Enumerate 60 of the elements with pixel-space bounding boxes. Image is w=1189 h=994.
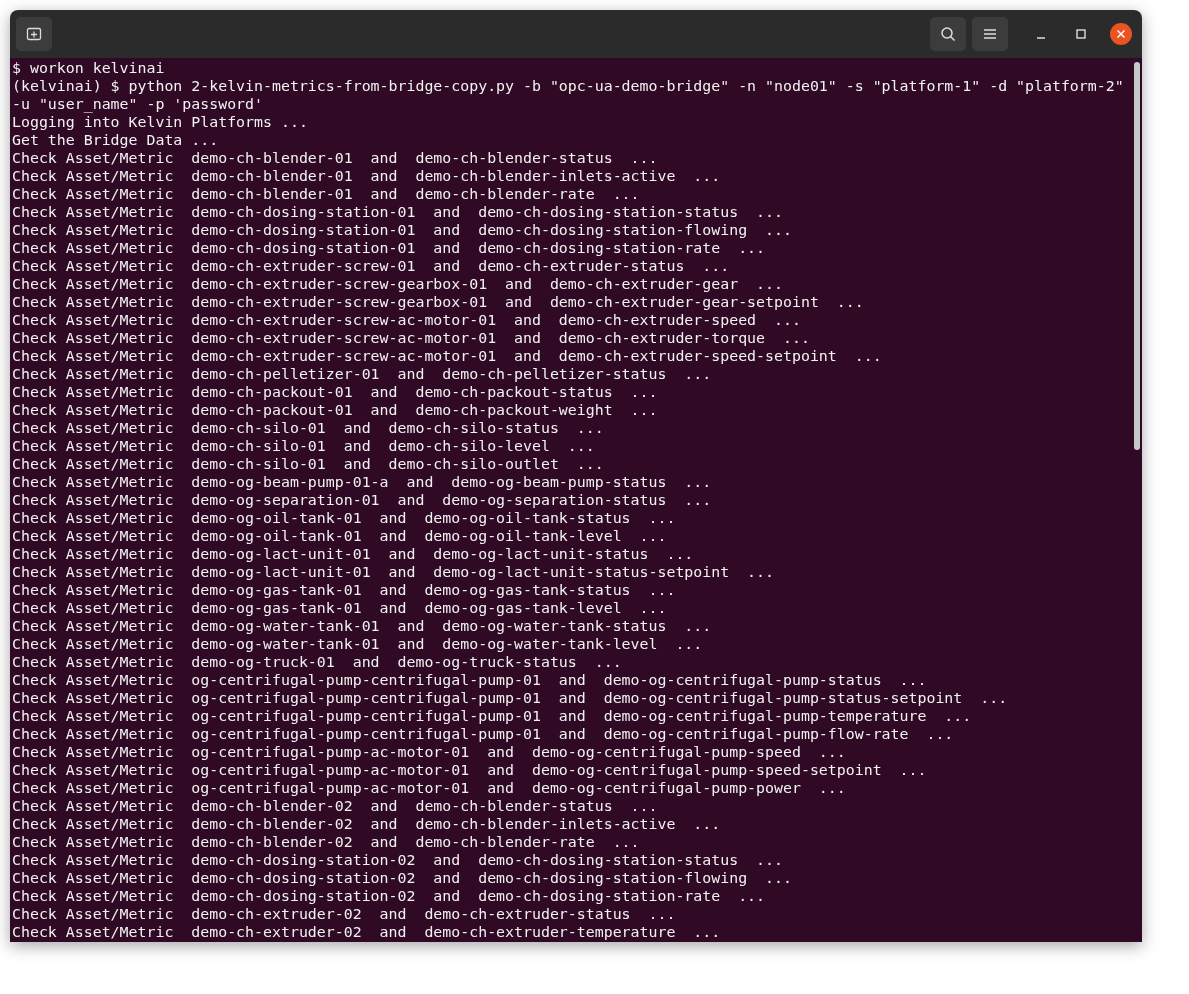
terminal-line: Check Asset/Metric demo-ch-blender-02 and demo-ch-blender-inlets-active ... (12, 815, 722, 833)
close-button[interactable] (1110, 23, 1132, 45)
close-icon (1116, 29, 1126, 39)
terminal-line: Check Asset/Metric demo-ch-blender-02 and demo-ch-blender-status ... (12, 797, 659, 815)
terminal-line: Check Asset/Metric demo-og-truck-01 and demo-og-truck-status ... (12, 653, 623, 671)
terminal-line: Logging into Kelvin Platforms ... (12, 113, 309, 131)
terminal-line: Check Asset/Metric demo-ch-extruder-screw-ac-motor-01 and demo-ch-extruder-speed-setpoint ... (12, 347, 883, 365)
terminal-line: Check Asset/Metric demo-ch-dosing-station-01 and demo-ch-dosing-station-status ... (12, 203, 784, 221)
terminal-line: Check Asset/Metric demo-og-water-tank-01 and demo-og-water-tank-status ... (12, 617, 713, 635)
terminal-line: Check Asset/Metric demo-ch-blender-01 and demo-ch-blender-rate ... (12, 185, 641, 203)
terminal-line: Check Asset/Metric demo-ch-silo-01 and demo-ch-silo-outlet ... (12, 455, 605, 473)
terminal-line: Check Asset/Metric demo-ch-silo-01 and demo-ch-silo-level ... (12, 437, 596, 455)
terminal-line: Check Asset/Metric demo-ch-extruder-screw-ac-motor-01 and demo-ch-extruder-torque ... (12, 329, 811, 347)
terminal-line: Check Asset/Metric og-centrifugal-pump-centrifugal-pump-01 and demo-og-centrifugal-pump-status ... (12, 671, 928, 689)
terminal-line: Check Asset/Metric demo-ch-extruder-screw-01 and demo-ch-extruder-status ... (12, 257, 731, 275)
scrollbar-thumb[interactable] (1134, 62, 1140, 450)
terminal-line: Check Asset/Metric og-centrifugal-pump-ac-motor-01 and demo-og-centrifugal-pump-power ... (12, 779, 847, 797)
terminal-line: Check Asset/Metric demo-ch-extruder-screw-gearbox-01 and demo-ch-extruder-gear-setpoint ... (12, 293, 865, 311)
terminal-line: Check Asset/Metric demo-ch-silo-01 and demo-ch-silo-status ... (12, 419, 605, 437)
terminal-line: Check Asset/Metric og-centrifugal-pump-centrifugal-pump-01 and demo-og-centrifugal-pump-status-setpoint ... (12, 689, 1009, 707)
terminal-line: Check Asset/Metric demo-ch-dosing-station-02 and demo-ch-dosing-station-rate ... (12, 887, 767, 905)
minimize-icon (1037, 37, 1045, 39)
terminal-line: Check Asset/Metric demo-og-lact-unit-01 and demo-og-lact-unit-status ... (12, 545, 695, 563)
terminal-line: Check Asset/Metric og-centrifugal-pump-ac-motor-01 and demo-og-centrifugal-pump-speed ... (12, 743, 847, 761)
terminal-line: (kelvinai) $ python 2-kelvin-metrics-from-bridge-copy.py -b "opc-ua-demo-bridge" -n "node01" -s "platform-1" -d "platform-2" (12, 77, 1125, 95)
terminal-line: Check Asset/Metric og-centrifugal-pump-centrifugal-pump-01 and demo-og-centrifugal-pump-temperature ... (12, 707, 973, 725)
terminal-line: Check Asset/Metric demo-ch-pelletizer-01 and demo-ch-pelletizer-status ... (12, 365, 713, 383)
terminal-line: Check Asset/Metric demo-ch-blender-01 and demo-ch-blender-status ... (12, 149, 659, 167)
terminal-line: Check Asset/Metric demo-og-lact-unit-01 and demo-og-lact-unit-status-setpoint ... (12, 563, 776, 581)
terminal-line: Check Asset/Metric demo-og-gas-tank-01 and demo-og-gas-tank-level ... (12, 599, 668, 617)
menu-button[interactable] (972, 17, 1008, 51)
maximize-icon (1076, 29, 1086, 39)
terminal-line: Get the Bridge Data ... (12, 131, 220, 149)
terminal-line: Check Asset/Metric demo-og-oil-tank-01 and demo-og-oil-tank-status ... (12, 509, 677, 527)
terminal-line: Check Asset/Metric demo-ch-packout-01 and demo-ch-packout-status ... (12, 383, 659, 401)
terminal-line: $ workon kelvinai (12, 59, 166, 77)
terminal-line: Check Asset/Metric demo-ch-dosing-station-01 and demo-ch-dosing-station-rate ... (12, 239, 767, 257)
terminal-line: Check Asset/Metric demo-ch-dosing-station-02 and demo-ch-dosing-station-flowing ... (12, 869, 793, 887)
terminal-line: Check Asset/Metric demo-og-water-tank-01 and demo-og-water-tank-level ... (12, 635, 704, 653)
terminal-line: Check Asset/Metric demo-ch-dosing-station-02 and demo-ch-dosing-station-status ... (12, 851, 784, 869)
search-button[interactable] (930, 17, 966, 51)
terminal-line: Check Asset/Metric demo-ch-extruder-02 and demo-ch-extruder-temperature ... (12, 923, 722, 941)
terminal-line: Check Asset/Metric demo-ch-packout-01 and demo-ch-packout-weight ... (12, 401, 659, 419)
terminal-line: -u "user_name" -p 'password' (12, 95, 265, 113)
terminal-line: Check Asset/Metric demo-ch-dosing-station-01 and demo-ch-dosing-station-flowing ... (12, 221, 793, 239)
terminal-line: Check Asset/Metric demo-ch-extruder-02 and demo-ch-extruder-status ... (12, 905, 677, 923)
terminal-line: Check Asset/Metric og-centrifugal-pump-ac-motor-01 and demo-og-centrifugal-pump-speed-setpoint ... (12, 761, 928, 779)
terminal-line: Check Asset/Metric demo-ch-extruder-screw-gearbox-01 and demo-ch-extruder-gear ... (12, 275, 784, 293)
terminal-line: Check Asset/Metric demo-ch-blender-01 and demo-ch-blender-inlets-active ... (12, 167, 722, 185)
terminal-line: Check Asset/Metric demo-ch-extruder-screw-ac-motor-01 and demo-ch-extruder-speed ... (12, 311, 802, 329)
terminal-line: Check Asset/Metric demo-og-gas-tank-01 and demo-og-gas-tank-status ... (12, 581, 677, 599)
terminal-line: Check Asset/Metric og-centrifugal-pump-centrifugal-pump-01 and demo-og-centrifugal-pump-flow-rate ... (12, 725, 955, 743)
terminal-line: Check Asset/Metric demo-og-beam-pump-01-a and demo-og-beam-pump-status ... (12, 473, 713, 491)
terminal-line: Check Asset/Metric demo-og-separation-01 and demo-og-separation-status ... (12, 491, 713, 509)
tab-plus-icon (26, 26, 42, 42)
new-tab-button[interactable] (16, 17, 52, 51)
terminal-line: Check Asset/Metric demo-ch-blender-02 and demo-ch-blender-rate ... (12, 833, 641, 851)
search-icon (940, 26, 956, 42)
terminal-line: Check Asset/Metric demo-og-oil-tank-01 and demo-og-oil-tank-level ... (12, 527, 668, 545)
menu-icon (983, 28, 997, 40)
